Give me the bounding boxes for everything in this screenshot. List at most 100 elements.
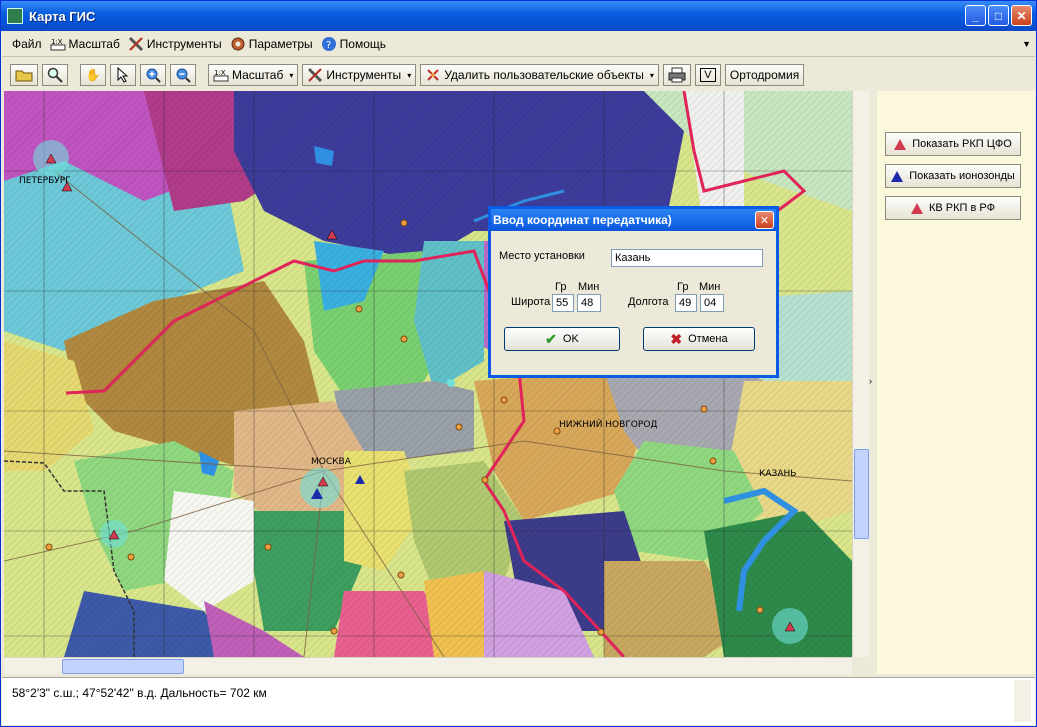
tools-dropdown[interactable]: Инструменты ▾ (302, 64, 417, 86)
scale-icon: 1:X (50, 36, 66, 52)
svg-text:?: ? (326, 40, 331, 51)
checkmark-icon: ✔ (545, 330, 557, 347)
zoom-out-icon (176, 68, 191, 83)
map-horizontal-scrollbar[interactable] (4, 657, 852, 674)
cancel-button[interactable]: ✖ Отмена (643, 327, 755, 351)
lon-deg-header: Гр (677, 281, 689, 293)
pan-button[interactable]: ✋ (80, 64, 106, 86)
latitude-minutes-input[interactable] (577, 294, 601, 312)
status-bar: 58°2'3" с.ш.; 47°52'42" в.д. Дальность= … (2, 677, 1035, 725)
map-label-nizhny: НИЖНИЙ НОВГОРОД (559, 418, 657, 430)
printer-icon (668, 67, 686, 83)
latitude-label: Широта (511, 296, 551, 308)
toolbar: ✋ 1:X Масштаб ▾ Инструменты ▾ Удалить поль… (2, 59, 1035, 91)
print-button[interactable] (662, 64, 691, 86)
main-window: Карта ГИС _ □ ✕ Файл 1:X Масштаб Инструм… (0, 0, 1037, 727)
dropdown-arrow-icon: ▾ (407, 70, 412, 80)
orthodromy-button[interactable]: Ортодромия (724, 64, 805, 86)
ok-label: OK (562, 333, 579, 345)
right-panel: Показать РКП ЦФО Показать ионозонды КВ Р… (877, 91, 1035, 674)
checkmark-toggle[interactable]: V (694, 64, 721, 86)
cancel-label: Отмена (688, 333, 728, 345)
map-label-moscow: МОСКВА (311, 457, 352, 467)
svg-text:1:X: 1:X (214, 69, 226, 77)
maximize-button[interactable]: □ (988, 5, 1009, 26)
place-input[interactable] (611, 249, 763, 267)
lat-deg-header: Гр (555, 281, 567, 293)
kv-rkp-rf-button[interactable]: КВ РКП в РФ (885, 196, 1021, 220)
open-button[interactable] (10, 64, 38, 86)
lon-min-header: Мин (699, 281, 721, 293)
show-rkp-cfo-label: Показать РКП ЦФО (912, 138, 1012, 150)
tools-icon (308, 67, 323, 83)
tools-dropdown-label: Инструменты (326, 68, 402, 82)
check-icon: V (700, 68, 716, 82)
longitude-label: Долгота (628, 296, 669, 308)
hand-icon: ✋ (85, 68, 101, 82)
menu-overflow-icon[interactable]: ▼ (1022, 39, 1031, 49)
app-icon (7, 8, 23, 24)
splitter-arrow-icon[interactable]: › (869, 376, 872, 386)
transmitter-coords-dialog: Ввод координат передатчика) ✕ Место уста… (488, 206, 779, 378)
scale-dropdown-label: Масштаб (232, 68, 284, 82)
title-bar[interactable]: Карта ГИС _ □ ✕ (1, 1, 1036, 31)
place-label: Место установки (499, 250, 585, 262)
select-button[interactable] (110, 64, 136, 86)
map-label-spb: ПЕТЕРБУРГ (19, 176, 71, 186)
menu-bar: Файл 1:X Масштаб Инструменты Параметры ?… (2, 31, 1035, 57)
kv-rkp-rf-label: КВ РКП в РФ (929, 202, 995, 214)
minimize-button[interactable]: _ (965, 5, 986, 26)
vertical-scroll-thumb[interactable] (854, 449, 869, 539)
map-label-kazan: КАЗАНЬ (759, 469, 796, 479)
dropdown-arrow-icon: ▾ (289, 70, 294, 80)
menu-scale-label: Масштаб (68, 36, 120, 51)
map-vertical-scrollbar[interactable] (852, 91, 869, 657)
blue-triangle-icon (891, 170, 904, 182)
menu-help-label: Помощь (339, 36, 387, 51)
folder-icon (15, 70, 33, 82)
delete-user-objects-label: Удалить пользовательские объекты (444, 68, 644, 82)
horizontal-scroll-thumb[interactable] (62, 659, 184, 674)
close-button[interactable]: ✕ (1011, 5, 1032, 26)
menu-tools-label: Инструменты (146, 36, 222, 51)
scale-dropdown[interactable]: 1:X Масштаб ▾ (208, 64, 299, 86)
dialog-close-button[interactable]: ✕ (755, 211, 774, 229)
latitude-degrees-input[interactable] (552, 294, 574, 312)
magnifier-icon (47, 67, 63, 83)
menu-scale[interactable]: 1:X Масштаб (46, 36, 124, 52)
coordinates-readout: 58°2'3" с.ш.; 47°52'42" в.д. Дальность= … (12, 686, 267, 700)
menu-tools[interactable]: Инструменты (124, 36, 226, 52)
help-icon: ? (321, 36, 337, 52)
svg-text:1:X: 1:X (51, 38, 63, 46)
status-scrollbar[interactable] (1014, 680, 1031, 722)
dialog-title: Ввод координат передатчика) (493, 213, 672, 227)
delete-user-objects-dropdown[interactable]: Удалить пользовательские объекты ▾ (420, 64, 659, 86)
menu-help[interactable]: ? Помощь (317, 36, 390, 52)
zoom-in-button[interactable] (140, 64, 166, 86)
dropdown-arrow-icon: ▾ (649, 70, 654, 80)
settings-icon (230, 36, 246, 52)
zoom-out-button[interactable] (170, 64, 196, 86)
show-rkp-cfo-button[interactable]: Показать РКП ЦФО (885, 132, 1021, 156)
menu-file-label: Файл (12, 36, 42, 51)
menu-settings[interactable]: Параметры (226, 36, 317, 52)
pointer-icon (117, 67, 129, 83)
window-title: Карта ГИС (29, 8, 96, 24)
scale-icon: 1:X (213, 69, 229, 82)
lat-min-header: Мин (578, 281, 600, 293)
menu-file[interactable]: Файл (8, 37, 46, 51)
longitude-minutes-input[interactable] (700, 294, 724, 312)
dialog-title-bar[interactable]: Ввод координат передатчика) (491, 209, 776, 231)
longitude-degrees-input[interactable] (675, 294, 697, 312)
zoom-in-icon (146, 68, 161, 83)
orthodromy-label: Ортодромия (729, 68, 800, 82)
cancel-x-icon: ✖ (670, 330, 683, 347)
search-button[interactable] (42, 64, 68, 86)
show-ionosondes-button[interactable]: Показать ионозонды (885, 164, 1021, 188)
show-ionosondes-label: Показать ионозонды (909, 170, 1015, 182)
ok-button[interactable]: ✔ OK (504, 327, 620, 351)
panel-splitter[interactable]: › (869, 91, 877, 657)
tools-icon (128, 36, 144, 52)
menu-settings-label: Параметры (248, 36, 313, 51)
delete-objects-icon (427, 69, 439, 81)
